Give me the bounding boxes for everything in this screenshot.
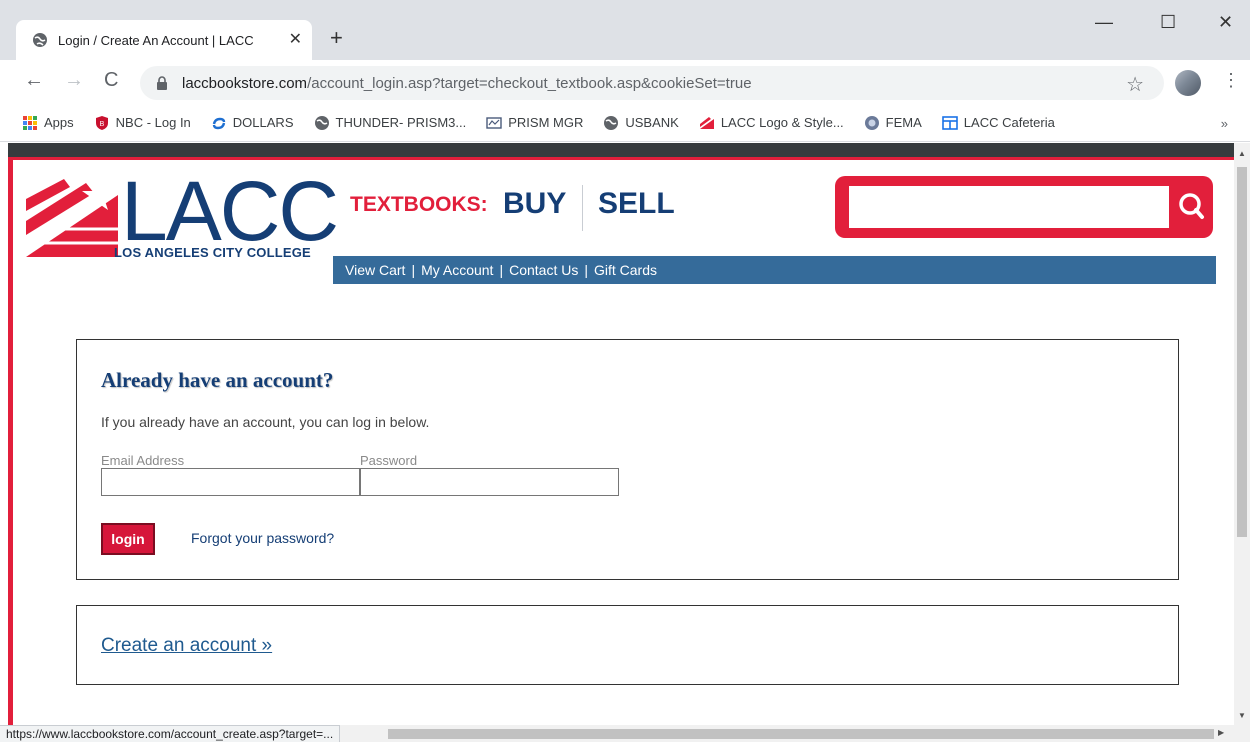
dollars-icon xyxy=(212,117,225,129)
bookmark-star-icon[interactable]: ☆ xyxy=(1126,72,1144,97)
maximize-button[interactable]: ☐ xyxy=(1160,12,1176,33)
sell-link[interactable]: SELL xyxy=(598,187,675,221)
scroll-up-arrow-icon[interactable]: ▲ xyxy=(1238,149,1246,158)
browser-window: Login / Create An Account | LACC ✕ + — ☐… xyxy=(0,0,1250,742)
buy-sell-divider xyxy=(582,185,583,231)
bookmark-label: NBC - Log In xyxy=(115,115,191,130)
bookmark-lacc-cafeteria[interactable]: LACC Cafeteria xyxy=(941,115,1055,131)
menu-kebab-icon[interactable]: ⋮ xyxy=(1222,70,1240,91)
nav-separator: | xyxy=(411,262,416,278)
top-red-rule xyxy=(8,157,1234,160)
nav-contact-us[interactable]: Contact Us xyxy=(509,262,578,278)
close-window-button[interactable]: ✕ xyxy=(1218,12,1233,33)
fema-seal-icon xyxy=(864,115,879,130)
bookmark-prism-mgr[interactable]: PRISM MGR xyxy=(486,115,583,131)
minimize-button[interactable]: — xyxy=(1095,12,1113,33)
bookmark-label: LACC Logo & Style... xyxy=(720,115,844,130)
address-bar[interactable]: laccbookstore.com/account_login.asp?targ… xyxy=(140,66,1164,100)
scroll-right-arrow-icon[interactable]: ▶ xyxy=(1218,728,1224,737)
bookmark-label: LACC Cafeteria xyxy=(963,115,1055,130)
lacc-logo[interactable]: LACC LOS ANGELES CITY COLLEGE xyxy=(24,169,339,273)
nbc-shield-icon: B xyxy=(95,115,108,130)
logo-caption: LOS ANGELES CITY COLLEGE xyxy=(114,245,311,260)
scroll-down-arrow-icon[interactable]: ▼ xyxy=(1238,711,1246,720)
status-bar-url: https://www.laccbookstore.com/account_cr… xyxy=(0,725,341,742)
browser-tab-active[interactable]: Login / Create An Account | LACC ✕ xyxy=(16,20,312,60)
globe-icon xyxy=(33,33,47,47)
bookmark-thunder[interactable]: THUNDER- PRISM3... xyxy=(314,115,467,131)
bookmark-lacc-logo[interactable]: LACC Logo & Style... xyxy=(699,115,844,131)
nav-separator: | xyxy=(584,262,588,278)
nav-separator: | xyxy=(499,262,504,278)
bookmark-label: DOLLARS xyxy=(232,115,294,130)
email-label: Email Address xyxy=(101,453,185,468)
search-box xyxy=(835,176,1213,238)
top-dark-bar xyxy=(8,143,1234,157)
bookmarks-overflow-button[interactable]: » xyxy=(1221,116,1228,131)
reload-icon[interactable]: C xyxy=(104,70,118,90)
email-field[interactable] xyxy=(101,468,360,496)
buy-link[interactable]: BUY xyxy=(503,187,566,221)
url-path: /account_login.asp?target=checkout_textb… xyxy=(307,74,752,92)
nav-gift-cards[interactable]: Gift Cards xyxy=(594,262,657,278)
forward-arrow-icon[interactable]: → xyxy=(64,70,84,90)
bookmarks-bar: Apps B NBC - Log In DOLLARS THUNDER- PRI… xyxy=(0,104,1250,142)
globe-icon xyxy=(604,115,619,130)
bookmark-label: FEMA xyxy=(885,115,922,130)
password-field[interactable] xyxy=(360,468,619,496)
login-button[interactable]: login xyxy=(101,523,155,555)
vertical-scroll-thumb[interactable] xyxy=(1237,167,1247,537)
url-host: laccbookstore.com xyxy=(182,74,308,92)
globe-icon xyxy=(314,115,329,130)
vertical-scrollbar[interactable]: ▲ ▼ xyxy=(1234,143,1250,742)
top-nav: View Cart | My Account | Contact Us | Gi… xyxy=(333,256,1216,284)
tab-title: Login / Create An Account | LACC xyxy=(58,32,254,48)
new-tab-button[interactable]: + xyxy=(330,26,343,50)
search-input[interactable] xyxy=(849,186,1169,228)
bookmark-label: Apps xyxy=(44,115,74,130)
lacc-star-emblem xyxy=(26,179,118,257)
horizontal-scroll-thumb[interactable] xyxy=(388,729,1214,739)
tab-strip: Login / Create An Account | LACC ✕ + — ☐… xyxy=(0,0,1250,60)
page-viewport: LACC LOS ANGELES CITY COLLEGE TEXTBOOKS:… xyxy=(0,143,1250,742)
search-icon[interactable] xyxy=(1175,190,1207,222)
prism-icon xyxy=(486,116,502,129)
lacc-icon xyxy=(699,116,714,129)
create-account-link[interactable]: Create an account » xyxy=(101,635,272,657)
logo-wordmark: LACC xyxy=(121,164,339,258)
browser-toolbar: ← → C laccbookstore.com/account_login.as… xyxy=(0,60,1250,104)
back-arrow-icon[interactable]: ← xyxy=(24,70,44,90)
bookmark-usbank[interactable]: USBANK xyxy=(603,115,679,131)
bookmark-label: PRISM MGR xyxy=(508,115,584,130)
login-heading: Already have an account? xyxy=(101,368,334,392)
bookmark-fema[interactable]: FEMA xyxy=(864,115,922,131)
nav-view-cart[interactable]: View Cart xyxy=(345,262,405,278)
password-label: Password xyxy=(360,453,418,468)
profile-avatar[interactable] xyxy=(1175,70,1201,96)
cafeteria-icon xyxy=(941,115,958,130)
forgot-password-link[interactable]: Forgot your password? xyxy=(191,530,334,546)
create-account-panel: Create an account » xyxy=(76,605,1179,685)
login-panel: Already have an account? If you already … xyxy=(76,339,1179,580)
left-red-rule xyxy=(8,157,13,742)
svg-text:B: B xyxy=(99,121,104,128)
bookmark-nbc[interactable]: B NBC - Log In xyxy=(94,115,191,131)
nav-my-account[interactable]: My Account xyxy=(421,262,493,278)
url-text: laccbookstore.com/account_login.asp?targ… xyxy=(182,75,752,92)
bookmark-label: THUNDER- PRISM3... xyxy=(335,115,467,130)
lock-icon xyxy=(157,76,167,90)
login-intro: If you already have an account, you can … xyxy=(101,414,430,430)
tab-close-icon[interactable]: ✕ xyxy=(289,32,302,48)
bookmark-label: USBANK xyxy=(625,115,679,130)
bookmark-dollars[interactable]: DOLLARS xyxy=(211,115,294,131)
apps-grid-icon xyxy=(23,115,37,130)
bookmark-apps[interactable]: Apps xyxy=(22,115,74,131)
textbooks-label: TEXTBOOKS: xyxy=(350,193,488,216)
